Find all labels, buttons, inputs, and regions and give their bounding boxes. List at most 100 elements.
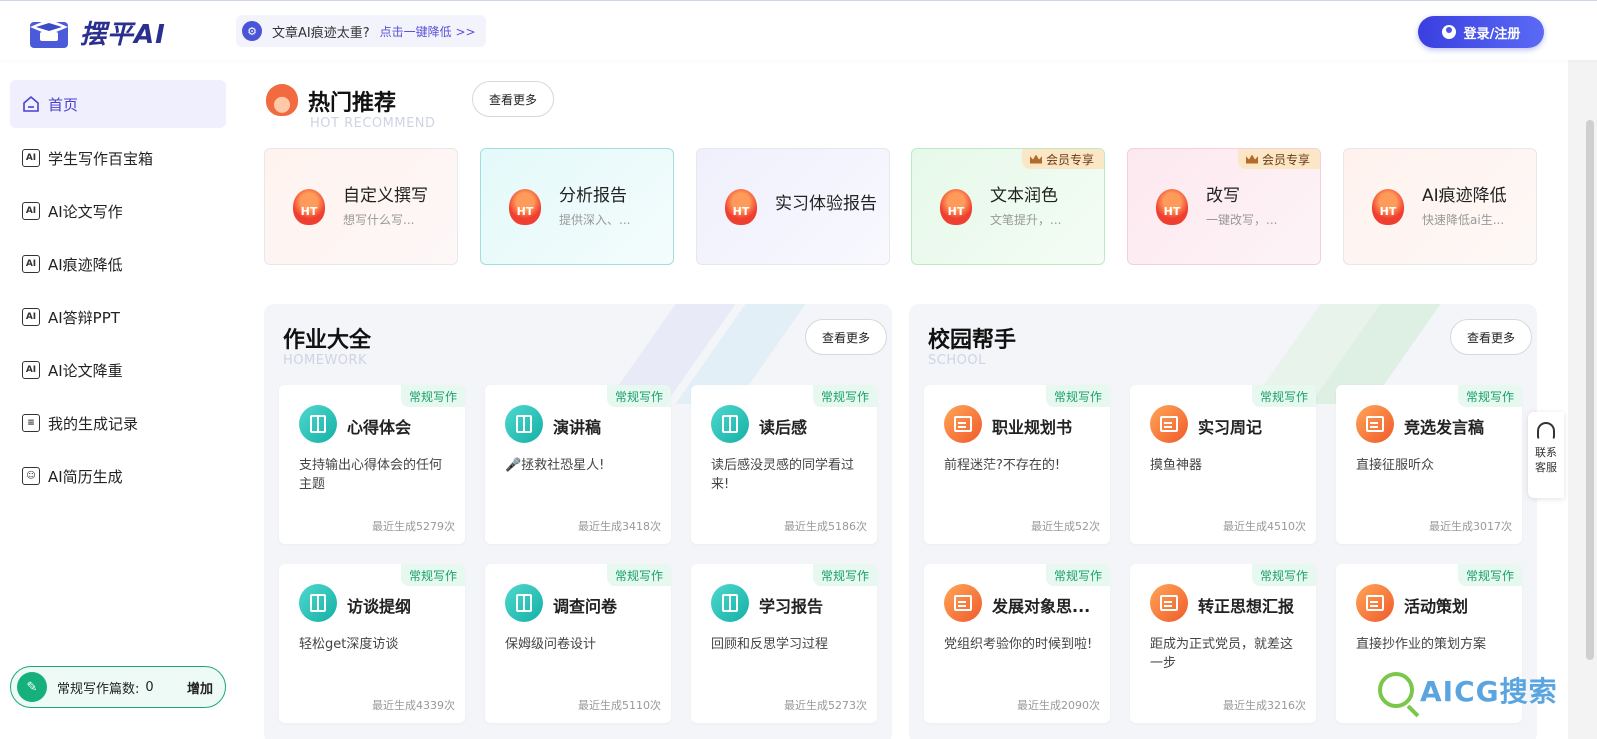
sidebar-item-label: AI论文降重: [48, 361, 123, 380]
tool-desc: 党组织考验你的时候到啦!: [944, 637, 1093, 652]
add-count-button[interactable]: 增加: [187, 678, 213, 697]
tool-card[interactable]: 常规写作 竞选发言稿 直接征服听众 最近生成3017次: [1336, 385, 1522, 544]
hot-card-title: 实习体验报告: [775, 194, 877, 215]
hot-card[interactable]: 会员专享 HT 改写 一键改写，...: [1127, 148, 1321, 265]
hot-more-button[interactable]: 查看更多: [472, 81, 554, 117]
hot-section-subtitle: HOT RECOMMEND: [310, 116, 436, 131]
brand-name: 摆平AI: [80, 20, 166, 50]
fire-icon: [266, 84, 298, 116]
hot-card-title: 文本润色: [990, 185, 1058, 206]
tool-card[interactable]: 常规写作 职业规划书 前程迷茫?不存在的! 最近生成52次: [924, 385, 1110, 544]
school-title: 校园帮手: [928, 328, 1017, 353]
tool-card[interactable]: 常规写作 心得体会 支持输出心得体会的任何主题 最近生成5279次: [279, 385, 465, 544]
tool-card[interactable]: 常规写作 转正思想汇报 距成为正式党员，就差这一步 最近生成3216次: [1130, 564, 1316, 723]
tool-card[interactable]: 常规写作 发展对象思... 党组织考验你的时候到啦! 最近生成2090次: [924, 564, 1110, 723]
tool-count: 最近生成5279次: [372, 520, 455, 533]
hot-badge-icon: HT: [940, 188, 972, 225]
pencil-ruler-icon: [299, 584, 337, 622]
hot-card-desc: 文笔提升，...: [990, 213, 1062, 228]
counter-value: 0: [145, 679, 154, 695]
tool-tag: 常规写作: [1457, 564, 1522, 586]
document-icon: [1150, 584, 1188, 622]
hot-card[interactable]: HT AI痕迹降低 快速降低ai生...: [1343, 148, 1537, 265]
hot-card-desc: 快速降低ai生...: [1422, 213, 1505, 228]
notice-banner[interactable]: ⚙ 文章AI痕迹太重? 点击一键降低 >>: [236, 15, 486, 47]
page-scrollbar[interactable]: [1568, 60, 1597, 739]
hot-card-desc: 一键改写，...: [1206, 213, 1278, 228]
tool-desc: 直接抄作业的策划方案: [1356, 637, 1487, 652]
document-icon: [944, 584, 982, 622]
school-more-button[interactable]: 查看更多: [1450, 319, 1532, 355]
tool-card[interactable]: 常规写作 调查问卷 保姆级问卷设计 最近生成5110次: [485, 564, 671, 723]
hot-card-title: 改写: [1206, 185, 1240, 206]
sidebar-item-ai-plagiarism[interactable]: AI AI论文降重: [10, 346, 226, 394]
hot-card[interactable]: HT 分析报告 提供深入、...: [480, 148, 674, 265]
tool-card[interactable]: 常规写作 演讲稿 🎤拯救社恐星人! 最近生成3418次: [485, 385, 671, 544]
tool-tag: 常规写作: [606, 564, 671, 586]
home-icon: [23, 95, 39, 112]
tool-card[interactable]: 常规写作 读后感 读后感没灵感的同学看过来! 最近生成5186次: [691, 385, 877, 544]
sidebar-item-writing-toolbox[interactable]: AI 学生写作百宝箱: [10, 134, 226, 182]
pencil-ruler-icon: [505, 584, 543, 622]
sidebar-item-ai-paper[interactable]: AI AI论文写作: [10, 187, 226, 235]
tool-title: 学习报告: [759, 597, 824, 616]
tool-tag: 常规写作: [400, 564, 465, 586]
tool-count: 最近生成2090次: [1017, 699, 1100, 712]
homework-subtitle: HOMEWORK: [283, 353, 368, 368]
tool-desc: 轻松get深度访谈: [299, 637, 399, 652]
brand-logo[interactable]: 摆平AI: [28, 14, 166, 51]
tool-count: 最近生成5273次: [784, 699, 867, 712]
watermark-text: AICG搜索: [1420, 675, 1558, 708]
homework-more-button[interactable]: 查看更多: [805, 319, 887, 355]
customer-service-button[interactable]: 联系客服: [1528, 412, 1564, 498]
homework-title: 作业大全: [283, 328, 372, 353]
sidebar-item-records[interactable]: ≡ 我的生成记录: [10, 399, 226, 447]
tool-tag: 常规写作: [1045, 564, 1110, 586]
hot-card[interactable]: HT 实习体验报告: [696, 148, 890, 265]
tool-title: 访谈提纲: [347, 597, 412, 616]
hot-card-desc: 想写什么写...: [343, 213, 415, 228]
notice-link[interactable]: 点击一键降低 >>: [380, 23, 476, 40]
tool-desc: 直接征服听众: [1356, 458, 1435, 473]
counter-label: 常规写作篇数:: [57, 681, 140, 697]
tool-card[interactable]: 常规写作 学习报告 回顾和反思学习过程 最近生成5273次: [691, 564, 877, 723]
sidebar-item-home[interactable]: 首页: [10, 80, 226, 128]
tool-title: 实习周记: [1198, 418, 1263, 437]
hot-badge-icon: HT: [293, 188, 325, 225]
document-icon: [1150, 405, 1188, 443]
sidebar-item-ai-trace-reduce[interactable]: AI AI痕迹降低: [10, 240, 226, 288]
hot-section-title: 热门推荐: [308, 91, 397, 116]
tool-desc: 距成为正式党员，就差这一步: [1150, 637, 1294, 671]
tool-title: 发展对象思...: [992, 597, 1091, 616]
aicg-watermark: AICG搜索: [1378, 670, 1558, 710]
tool-count: 最近生成3418次: [578, 520, 661, 533]
sidebar-item-resume[interactable]: ☺ AI简历生成: [10, 452, 226, 500]
magnifier-icon: [1378, 672, 1414, 708]
document-icon: [944, 405, 982, 443]
ai-doc-icon: AI: [22, 361, 40, 379]
user-icon: [1441, 25, 1456, 39]
ai-doc-icon: AI: [22, 308, 40, 326]
tool-card[interactable]: 常规写作 实习周记 摸鱼神器 最近生成4510次: [1130, 385, 1316, 544]
tool-card[interactable]: 常规写作 访谈提纲 轻松get深度访谈 最近生成4339次: [279, 564, 465, 723]
tool-title: 演讲稿: [553, 418, 602, 437]
resume-icon: ☺: [22, 467, 40, 485]
scrollbar-thumb[interactable]: [1586, 120, 1594, 660]
headset-icon: [1537, 422, 1555, 440]
tool-title: 读后感: [759, 418, 808, 437]
sidebar-item-label: 我的生成记录: [48, 414, 139, 433]
sidebar-item-ai-ppt[interactable]: AI AI答辩PPT: [10, 293, 226, 341]
tool-title: 调查问卷: [553, 597, 618, 616]
tool-desc: 🎤拯救社恐星人!: [505, 458, 605, 473]
hot-card[interactable]: 会员专享 HT 文本润色 文笔提升，...: [911, 148, 1105, 265]
ai-doc-icon: AI: [22, 149, 40, 167]
sidebar-item-label: AI论文写作: [48, 202, 123, 221]
document-icon: [1356, 405, 1394, 443]
sidebar-item-label: AI答辩PPT: [48, 308, 120, 327]
hot-card[interactable]: HT 自定义撰写 想写什么写...: [264, 148, 458, 265]
login-register-button[interactable]: 登录/注册: [1418, 16, 1544, 48]
hot-badge-icon: HT: [725, 188, 757, 225]
homework-panel: 作业大全 HOMEWORK 查看更多 常规写作 心得体会 支持输出心得体会的任何…: [264, 304, 892, 739]
sidebar-item-label: AI痕迹降低: [48, 255, 123, 274]
tool-count: 最近生成5186次: [784, 520, 867, 533]
